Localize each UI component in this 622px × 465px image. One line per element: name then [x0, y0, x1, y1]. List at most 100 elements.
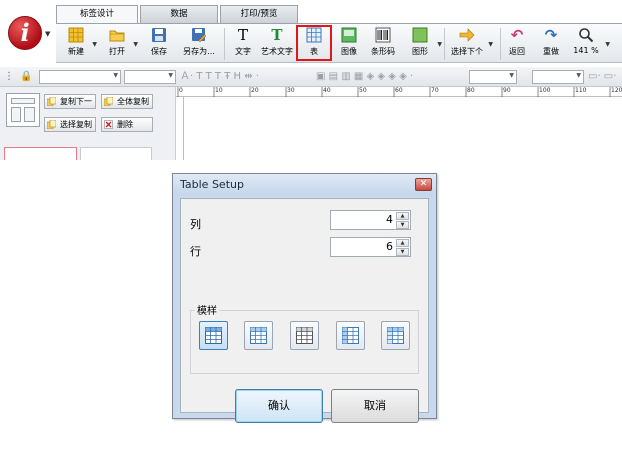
- dialog-titlebar[interactable]: Table Setup ✕: [173, 174, 436, 196]
- redo-button[interactable]: ↷ 重做: [538, 25, 564, 62]
- delete-button[interactable]: 删除: [101, 117, 153, 132]
- redo-icon: ↷: [544, 26, 558, 44]
- copy-icon: [46, 119, 57, 130]
- image-label: 图像: [341, 47, 357, 56]
- save-as-button[interactable]: 另存为...: [182, 25, 216, 62]
- select-copy-button[interactable]: 选择复制: [44, 117, 96, 132]
- chevron-down-icon: ▼: [45, 30, 51, 38]
- tab-print-preview[interactable]: 打印/预览: [220, 5, 298, 23]
- table-template-5[interactable]: [381, 321, 410, 350]
- undo-button[interactable]: ↶ 返回: [504, 25, 530, 62]
- ruler-label: 60: [395, 87, 403, 94]
- zoom-select[interactable]: ▼: [532, 70, 584, 84]
- text-button[interactable]: T 文字: [230, 25, 256, 62]
- chevron-down-icon: ▼: [437, 41, 442, 48]
- copy-all-button[interactable]: 全体复制: [101, 94, 153, 109]
- barcode-icon: [375, 27, 391, 43]
- open-label: 打开: [109, 47, 125, 56]
- undo-icon: ↶: [510, 26, 524, 44]
- ribbon-separator: [224, 28, 225, 60]
- save-button[interactable]: 保存: [146, 25, 172, 62]
- horizontal-ruler: 0 10 20 30 40 50 60 70 80 90 100 110 120: [176, 87, 622, 97]
- copy-next-button[interactable]: 复制下一: [44, 94, 96, 109]
- ruler-label: 70: [431, 87, 439, 94]
- copy-all-label: 全体复制: [117, 97, 149, 106]
- ribbon-separator: [500, 28, 501, 60]
- zoom-button[interactable]: 141 % ▼: [570, 25, 610, 62]
- table-grid-icon: [306, 27, 322, 43]
- table-template-2[interactable]: [244, 321, 273, 350]
- label-page-card[interactable]: [80, 147, 152, 160]
- new-icon: [68, 27, 84, 43]
- tab-data[interactable]: 数据: [140, 5, 218, 23]
- vertical-ruler: [176, 97, 184, 160]
- ribbon-tabs: 标签设计 数据 打印/预览: [56, 5, 622, 24]
- lock-icon[interactable]: 🔒: [20, 70, 32, 84]
- chevron-down-icon: ▼: [509, 72, 514, 79]
- barcode-button[interactable]: 条形码: [368, 25, 398, 62]
- floppy-pencil-icon: [191, 27, 207, 43]
- ruler-label: 90: [503, 87, 511, 94]
- format-toolbar: ⋮ 🔒 ▼ ▼ Ａ· T T T Ŧ H ⇹ · ▣ ▤ ▥ ▦ ◈ ◈ ◈ ◈…: [0, 67, 622, 87]
- spin-down-icon[interactable]: ▼: [396, 221, 409, 229]
- columns-value[interactable]: 4: [386, 213, 393, 226]
- table-setup-dialog: Table Setup ✕ 列 4 ▲ ▼ 行 6 ▲ ▼ 模样 确认 取消: [172, 173, 437, 423]
- font-size-select[interactable]: ▼: [124, 70, 176, 84]
- layout-block: [11, 107, 21, 122]
- undo-label: 返回: [509, 47, 525, 56]
- barcode-label: 条形码: [371, 47, 395, 56]
- table-template-3[interactable]: [290, 321, 319, 350]
- arrange-icons[interactable]: ▭· ▭·: [588, 70, 616, 84]
- rows-spinner[interactable]: 6 ▲ ▼: [330, 237, 411, 257]
- layout-icon[interactable]: [6, 93, 40, 127]
- art-text-button[interactable]: T 艺术文字: [260, 25, 294, 62]
- close-icon: ✕: [419, 179, 428, 189]
- format-tools-icons[interactable]: Ａ· T T T Ŧ H ⇹ ·: [180, 70, 259, 84]
- art-text-label: 艺术文字: [261, 47, 293, 56]
- ruler-label: 30: [287, 87, 295, 94]
- line-style-select[interactable]: ▼: [469, 70, 517, 84]
- template-group-title: 模样: [195, 302, 219, 317]
- ok-button[interactable]: 确认: [235, 389, 323, 423]
- app-window: i ▼ 标签设计 数据 打印/预览 新建 ▼ 打开 ▼ 保存 另存为... T: [0, 0, 622, 160]
- cancel-button[interactable]: 取消: [331, 389, 419, 423]
- new-label: 新建: [68, 47, 84, 56]
- grip-icon: ⋮: [4, 71, 14, 82]
- logo-i-icon: i: [20, 18, 30, 47]
- columns-spinner[interactable]: 4 ▲ ▼: [330, 210, 411, 230]
- copy-next-label: 复制下一: [60, 97, 92, 106]
- ruler-label: 50: [359, 87, 367, 94]
- app-logo-button[interactable]: i ▼: [2, 8, 50, 62]
- select-copy-label: 选择复制: [60, 120, 92, 129]
- table-template-1[interactable]: [199, 321, 228, 350]
- image-button[interactable]: 图像: [336, 25, 362, 62]
- close-button[interactable]: ✕: [415, 178, 432, 191]
- save-as-label: 另存为...: [183, 47, 215, 56]
- table-template-icon: [205, 327, 222, 344]
- label-page-card[interactable]: [4, 147, 77, 160]
- spin-up-icon[interactable]: ▲: [396, 239, 409, 247]
- text-label: 文字: [235, 47, 251, 56]
- select-next-button[interactable]: 选择下个 ▼: [449, 25, 493, 62]
- ruler-label: 110: [575, 87, 587, 94]
- font-name-select[interactable]: ▼: [39, 70, 121, 84]
- ruler-label: 120: [611, 87, 622, 94]
- shape-button[interactable]: 图形 ▼: [406, 25, 442, 62]
- spin-up-icon[interactable]: ▲: [396, 212, 409, 220]
- image-icon: [341, 27, 357, 43]
- dialog-body: 列 4 ▲ ▼ 行 6 ▲ ▼ 模样 确认 取消: [180, 198, 429, 423]
- table-template-icon: [250, 327, 267, 344]
- align-tools-icons[interactable]: ▣ ▤ ▥ ▦ ◈ ◈ ◈ ◈ ·: [316, 70, 413, 84]
- table-template-4[interactable]: [336, 321, 365, 350]
- spin-down-icon[interactable]: ▼: [396, 248, 409, 256]
- open-button[interactable]: 打开 ▼: [104, 25, 138, 62]
- ruler-label: 100: [539, 87, 551, 94]
- copy-icon: [46, 96, 57, 107]
- tab-label-design[interactable]: 标签设计: [56, 5, 138, 24]
- ruler-label: 40: [323, 87, 331, 94]
- shape-icon: [412, 27, 428, 43]
- table-button[interactable]: 表: [300, 25, 328, 62]
- rows-value[interactable]: 6: [386, 240, 393, 253]
- redo-label: 重做: [543, 47, 559, 56]
- new-button[interactable]: 新建 ▼: [63, 25, 97, 62]
